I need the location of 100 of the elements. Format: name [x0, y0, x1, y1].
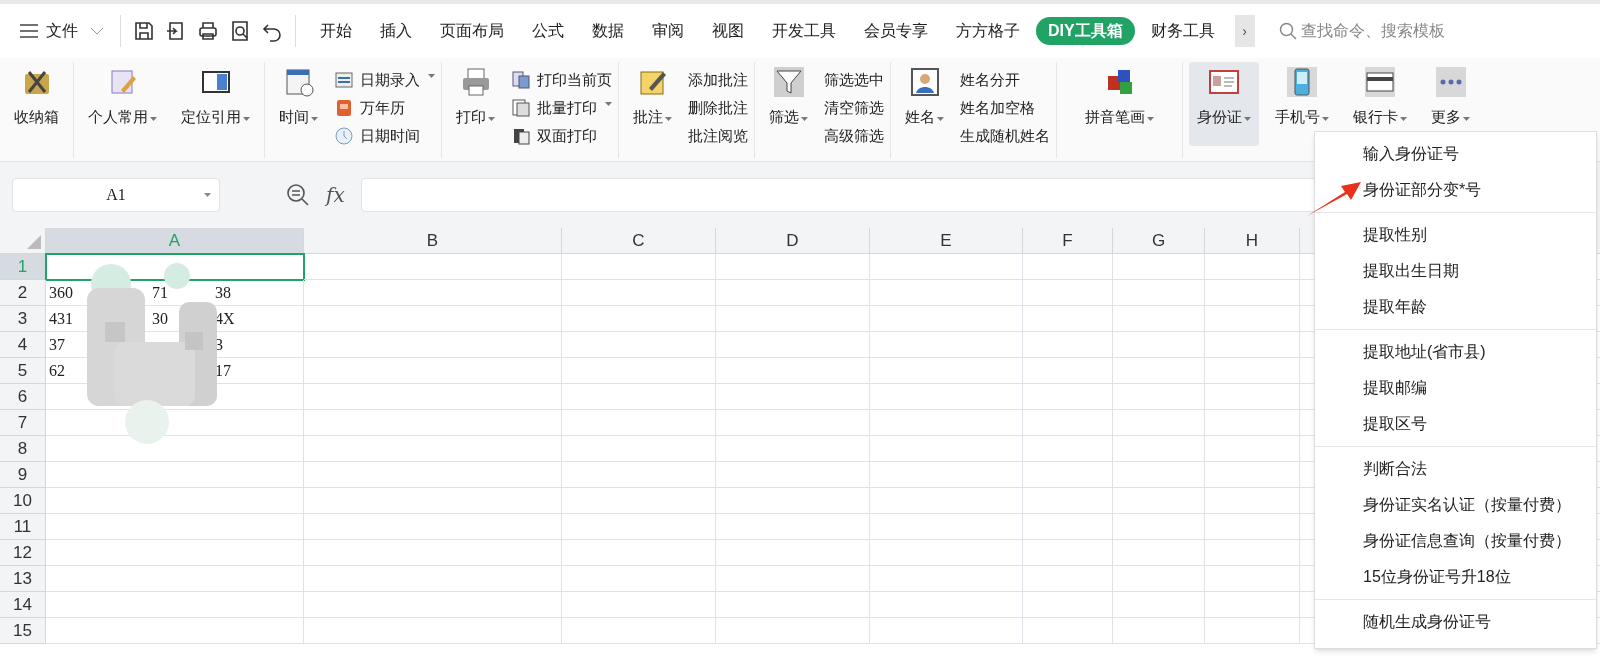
- form-icon: [334, 70, 354, 90]
- caret-icon: [204, 193, 211, 197]
- row-header[interactable]: 15: [0, 618, 46, 644]
- ribbon-button[interactable]: 定位引用: [173, 62, 258, 146]
- ribbon-button[interactable]: 个人常用: [80, 62, 165, 146]
- row-header[interactable]: 5: [0, 358, 46, 384]
- cell-text: 37: [49, 334, 65, 355]
- ribbon-tab[interactable]: 数据: [580, 17, 636, 45]
- row-header[interactable]: 10: [0, 488, 46, 514]
- ribbon-tab[interactable]: 视图: [700, 17, 756, 45]
- menu-item[interactable]: 身份证实名认证（按量付费）: [1315, 487, 1596, 523]
- pages-icon: [511, 70, 531, 90]
- person-card-icon: [908, 66, 941, 98]
- ribbon-button[interactable]: 批注: [625, 62, 680, 146]
- ribbon-menu-item[interactable]: 清空筛选: [824, 94, 884, 122]
- cell-text: 17: [215, 360, 231, 381]
- cell-text: 62: [49, 360, 65, 381]
- ribbon-button[interactable]: 身份证: [1189, 62, 1259, 146]
- row-header[interactable]: 2: [0, 280, 46, 306]
- ribbon-menu-item[interactable]: 万年历: [334, 94, 435, 122]
- row-header[interactable]: 8: [0, 436, 46, 462]
- ribbon-menu-item[interactable]: 日期时间: [334, 122, 435, 150]
- row-header[interactable]: 7: [0, 410, 46, 436]
- row-header[interactable]: 6: [0, 384, 46, 410]
- ribbon-tab[interactable]: 财务工具: [1138, 17, 1227, 45]
- column-header[interactable]: C: [562, 228, 716, 254]
- ribbon-menu-item[interactable]: 筛选选中: [824, 66, 884, 94]
- row-header[interactable]: 11: [0, 514, 46, 540]
- ribbon-menu-item[interactable]: 添加批注: [688, 66, 748, 94]
- ribbon-menu-item[interactable]: 删除批注: [688, 94, 748, 122]
- ribbon-button[interactable]: 打印: [448, 62, 503, 146]
- column-header[interactable]: G: [1113, 228, 1205, 254]
- menu-item[interactable]: 提取年龄: [1315, 289, 1596, 325]
- search-field[interactable]: 查找命令、搜索模板: [1278, 19, 1491, 43]
- cell-text: 30: [152, 308, 168, 329]
- column-header[interactable]: F: [1023, 228, 1113, 254]
- chevron-down-icon: [90, 27, 104, 35]
- more-dots-icon: [1434, 66, 1467, 98]
- row-header[interactable]: 14: [0, 592, 46, 618]
- row-header[interactable]: 9: [0, 462, 46, 488]
- bank-card-icon: [1364, 66, 1396, 98]
- row-header[interactable]: 4: [0, 332, 46, 358]
- menu-item[interactable]: 身份证信息查询（按量付费）: [1315, 523, 1596, 559]
- function-label[interactable]: fx: [326, 180, 345, 210]
- ribbon-tab[interactable]: 会员专享: [852, 17, 940, 45]
- ribbon-menu-item[interactable]: 批注阅览: [688, 122, 748, 150]
- duplex-pages-icon: [511, 126, 531, 146]
- ribbon-tab[interactable]: 开发工具: [760, 17, 848, 45]
- mobile-phone-icon: [1286, 66, 1318, 98]
- cell-text: 431: [49, 308, 73, 329]
- cell-text: 71: [152, 282, 168, 303]
- menu-item[interactable]: 提取区号: [1315, 406, 1596, 442]
- ribbon-button[interactable]: 拼音笔画: [1077, 62, 1162, 146]
- name-box[interactable]: A1: [12, 178, 220, 212]
- ribbon-menu-item[interactable]: 打印当前页: [511, 66, 612, 94]
- cell-text: 38: [215, 282, 231, 303]
- ribbon-menu-item[interactable]: 姓名分开: [960, 66, 1050, 94]
- column-header[interactable]: E: [870, 228, 1023, 254]
- print-icon[interactable]: [197, 20, 219, 42]
- menu-item[interactable]: 提取邮编: [1315, 370, 1596, 406]
- ribbon-tab[interactable]: 方方格子: [944, 17, 1032, 45]
- ribbon-tab[interactable]: 开始: [308, 17, 364, 45]
- row-header[interactable]: 12: [0, 540, 46, 566]
- ribbon-tab[interactable]: 插入: [368, 17, 424, 45]
- ribbon-tab[interactable]: 公式: [520, 17, 576, 45]
- ribbon-tab[interactable]: 审阅: [640, 17, 696, 45]
- ribbon-menu-item[interactable]: 姓名加空格: [960, 94, 1050, 122]
- ribbon-tab[interactable]: 页面布局: [428, 17, 516, 45]
- column-header[interactable]: B: [304, 228, 562, 254]
- menu-item[interactable]: 判断合法: [1315, 451, 1596, 487]
- save-icon[interactable]: [133, 20, 155, 42]
- column-header[interactable]: H: [1205, 228, 1300, 254]
- ribbon-button[interactable]: 姓名: [897, 62, 952, 146]
- ribbon-menu-item[interactable]: 高级筛选: [824, 122, 884, 150]
- zoom-formula-icon[interactable]: [286, 183, 310, 207]
- document-stack-icon: [511, 98, 531, 118]
- menu-item[interactable]: 15位身份证号升18位: [1315, 559, 1596, 595]
- ribbon-menu-item[interactable]: 批量打印: [511, 94, 612, 122]
- menu-icon: [20, 24, 38, 38]
- ribbon-menu-item[interactable]: 生成随机姓名: [960, 122, 1050, 150]
- menu-item[interactable]: 身份证部分变*号: [1315, 172, 1596, 208]
- menu-item[interactable]: 提取地址(省市县): [1315, 334, 1596, 370]
- row-header[interactable]: 3: [0, 306, 46, 332]
- funnel-icon: [772, 66, 805, 98]
- menu-item[interactable]: 提取出生日期: [1315, 253, 1596, 289]
- ribbon-menu-item[interactable]: 日期录入: [334, 66, 435, 94]
- menu-item[interactable]: 随机生成身份证号: [1315, 604, 1596, 640]
- clock-icon: [334, 126, 354, 146]
- ribbon-button[interactable]: 筛选: [761, 62, 816, 146]
- row-header[interactable]: 13: [0, 566, 46, 592]
- column-header[interactable]: D: [716, 228, 870, 254]
- file-menu-button[interactable]: 文件: [0, 19, 116, 43]
- cell-text: 360: [49, 282, 73, 303]
- print-preview-icon[interactable]: [229, 20, 251, 42]
- ribbon-menu-item[interactable]: 双面打印: [511, 122, 612, 150]
- ribbon-button[interactable]: 时间: [271, 62, 326, 146]
- ribbon-button[interactable]: 收纳箱: [6, 62, 67, 146]
- menu-item[interactable]: 提取性别: [1315, 217, 1596, 253]
- search-icon: [1278, 22, 1297, 40]
- scroll-tabs-button[interactable]: ›: [1234, 15, 1255, 47]
